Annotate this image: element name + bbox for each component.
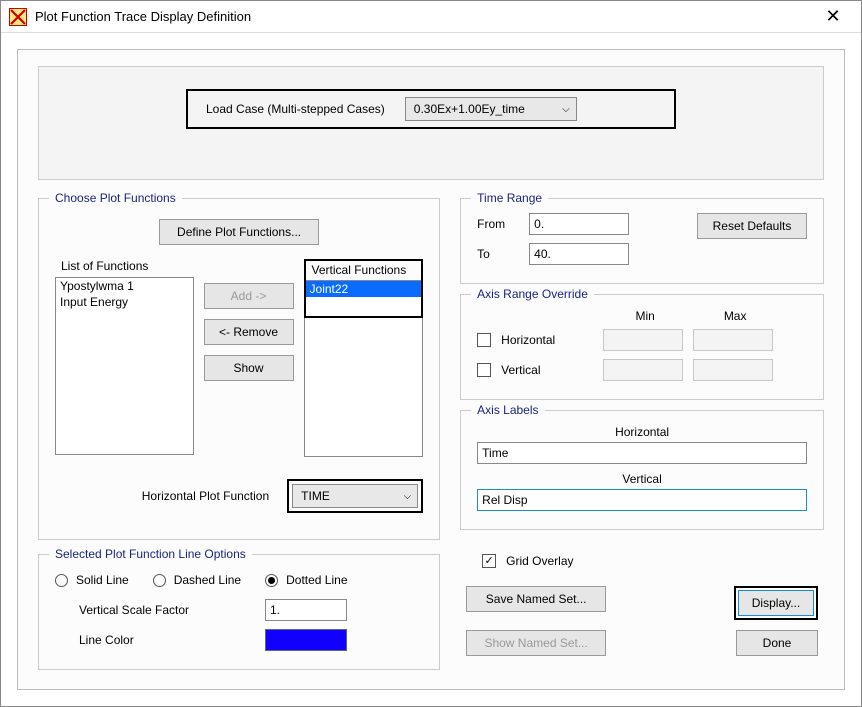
main-columns: Choose Plot Functions Define Plot Functi… <box>38 198 824 680</box>
choose-plot-functions-group: Choose Plot Functions Define Plot Functi… <box>38 198 440 540</box>
line-color-swatch[interactable] <box>265 629 347 651</box>
done-button[interactable]: Done <box>736 630 818 656</box>
axis-labels-legend: Axis Labels <box>471 403 544 417</box>
horizontal-override-checkbox[interactable] <box>477 333 491 347</box>
axis-range-legend: Axis Range Override <box>471 287 594 301</box>
horizontal-axis-header: Horizontal <box>477 425 807 439</box>
define-plot-functions-button[interactable]: Define Plot Functions... <box>159 219 319 245</box>
from-input[interactable] <box>529 213 629 235</box>
to-label: To <box>477 247 519 261</box>
vertical-scale-factor-label: Vertical Scale Factor <box>55 603 255 617</box>
titlebar: Plot Function Trace Display Definition ✕ <box>1 1 861 33</box>
list-of-functions[interactable]: Ypostylwma 1 Input Energy <box>55 277 194 455</box>
vertical-functions-list-rest[interactable] <box>304 318 424 457</box>
horizontal-plot-function-label: Horizontal Plot Function <box>55 489 273 503</box>
horizontal-plot-function-value: TIME <box>301 489 330 503</box>
dotted-line-radio[interactable]: Dotted Line <box>265 573 347 587</box>
left-column: Choose Plot Functions Define Plot Functi… <box>38 198 440 680</box>
window-title: Plot Function Trace Display Definition <box>35 9 813 24</box>
list-of-functions-label: List of Functions <box>61 259 194 273</box>
max-header: Max <box>695 309 775 323</box>
horizontal-plot-function-dropdown[interactable]: TIME ⌵ <box>292 484 418 508</box>
display-button[interactable]: Display... <box>738 590 814 616</box>
vertical-override-checkbox[interactable] <box>477 363 491 377</box>
radio-icon <box>55 574 68 587</box>
list-item[interactable]: Ypostylwma 1 <box>56 278 193 294</box>
show-named-set-button[interactable]: Show Named Set... <box>466 630 606 656</box>
dashed-line-label: Dashed Line <box>174 573 241 587</box>
chevron-down-icon: ⌵ <box>404 491 412 502</box>
choose-legend: Choose Plot Functions <box>49 191 182 205</box>
from-label: From <box>477 217 519 231</box>
show-button[interactable]: Show <box>204 355 294 381</box>
radio-icon <box>265 574 278 587</box>
load-case-dropdown[interactable]: 0.30Ex+1.00Ey_time ⌵ <box>405 97 577 121</box>
vertical-scale-factor-input[interactable] <box>265 599 347 621</box>
grid-overlay-checkbox[interactable] <box>482 554 496 568</box>
list-item[interactable]: Input Energy <box>56 294 193 310</box>
load-case-row: Load Case (Multi-stepped Cases) 0.30Ex+1… <box>186 89 676 129</box>
dashed-line-radio[interactable]: Dashed Line <box>153 573 241 587</box>
remove-button[interactable]: <- Remove <box>204 319 294 345</box>
axis-labels-group: Axis Labels Horizontal Vertical <box>460 410 824 530</box>
radio-icon <box>153 574 166 587</box>
vertical-functions-list[interactable]: Joint22 <box>306 280 422 316</box>
vertical-min-input <box>603 359 683 381</box>
vertical-override-label: Vertical <box>501 363 593 377</box>
vertical-axis-header: Vertical <box>477 472 807 486</box>
load-case-value: 0.30Ex+1.00Ey_time <box>414 102 525 116</box>
add-button[interactable]: Add -> <box>204 283 294 309</box>
load-case-label: Load Case (Multi-stepped Cases) <box>206 102 385 116</box>
time-range-legend: Time Range <box>471 191 548 205</box>
time-range-group: Time Range From To <box>460 198 824 284</box>
grid-overlay-label: Grid Overlay <box>506 554 573 568</box>
app-icon <box>9 8 27 26</box>
dotted-line-label: Dotted Line <box>286 573 347 587</box>
horizontal-min-input <box>603 329 683 351</box>
horizontal-override-label: Horizontal <box>501 333 593 347</box>
vertical-axis-label-input[interactable] <box>477 489 807 511</box>
chevron-down-icon: ⌵ <box>562 104 570 115</box>
close-button[interactable]: ✕ <box>813 2 853 32</box>
line-color-label: Line Color <box>55 633 255 647</box>
horizontal-max-input <box>693 329 773 351</box>
bottom-controls: Grid Overlay Save Named Set... Display..… <box>460 540 824 656</box>
to-input[interactable] <box>529 243 629 265</box>
solid-line-label: Solid Line <box>76 573 129 587</box>
dialog-content: Load Case (Multi-stepped Cases) 0.30Ex+1… <box>17 49 845 690</box>
line-options-legend: Selected Plot Function Line Options <box>49 547 252 561</box>
vertical-functions-label: Vertical Functions <box>312 263 422 277</box>
load-case-panel: Load Case (Multi-stepped Cases) 0.30Ex+1… <box>38 66 824 180</box>
axis-range-override-group: Axis Range Override Min Max Horizontal <box>460 294 824 400</box>
line-options-group: Selected Plot Function Line Options Soli… <box>38 554 440 670</box>
vertical-max-input <box>693 359 773 381</box>
right-column: Time Range From To <box>460 198 824 680</box>
list-item[interactable]: Joint22 <box>306 281 422 297</box>
min-header: Min <box>605 309 685 323</box>
solid-line-radio[interactable]: Solid Line <box>55 573 129 587</box>
reset-defaults-button[interactable]: Reset Defaults <box>697 213 807 239</box>
dialog-window: Plot Function Trace Display Definition ✕… <box>0 0 862 707</box>
horizontal-axis-label-input[interactable] <box>477 442 807 464</box>
save-named-set-button[interactable]: Save Named Set... <box>466 586 606 612</box>
